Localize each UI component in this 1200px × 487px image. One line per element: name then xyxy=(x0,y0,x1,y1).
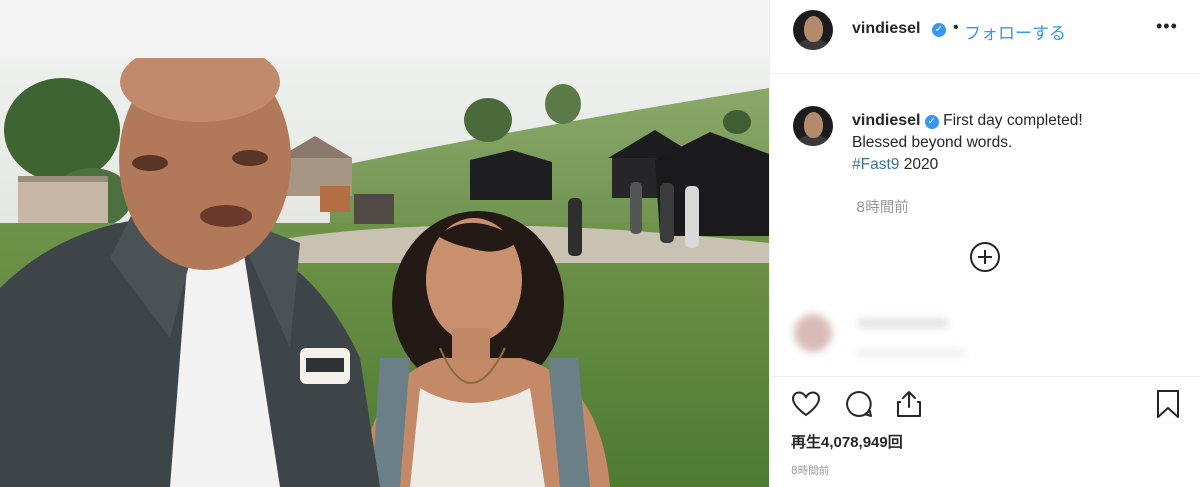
separator-dot: • xyxy=(953,19,959,36)
views-number: 4,078,949 xyxy=(821,434,888,451)
caption-avatar[interactable] xyxy=(793,106,833,146)
post-timestamp[interactable]: 8時間前 xyxy=(791,463,829,478)
video-frame xyxy=(0,58,769,487)
caption-line-2: Blessed beyond words. xyxy=(852,134,1013,151)
bookmark-icon[interactable] xyxy=(1153,389,1183,419)
avatar[interactable] xyxy=(793,10,833,50)
caption-line-1: First day completed! xyxy=(943,112,1083,129)
caption-username-link[interactable]: vindiesel xyxy=(852,112,920,129)
post-caption: vindiesel ✓ First day completed! Blessed… xyxy=(852,110,1182,176)
heart-icon[interactable] xyxy=(791,389,821,419)
verified-badge-icon: ✓ xyxy=(932,23,946,37)
comment-icon[interactable] xyxy=(844,389,874,419)
load-more-comments-icon[interactable] xyxy=(970,242,1000,272)
username-link[interactable]: vindiesel xyxy=(852,20,920,38)
post-video[interactable] xyxy=(0,0,769,487)
more-options-icon[interactable]: ••• xyxy=(1156,16,1178,37)
views-suffix: 回 xyxy=(887,433,903,451)
post-sidebar: vindiesel ✓ • フォローする ••• vindiesel ✓ Fir… xyxy=(769,0,1200,487)
caption-year: 2020 xyxy=(903,156,939,173)
share-icon[interactable] xyxy=(894,389,924,419)
blurred-comment xyxy=(790,310,1090,370)
hashtag-link[interactable]: #Fast9 xyxy=(852,156,899,173)
video-letterbox-top xyxy=(0,0,769,58)
post-actions: 再生4,078,949回 8時間前 xyxy=(770,376,1200,487)
post-header: vindiesel ✓ • フォローする ••• xyxy=(770,0,1200,74)
views-label: 再生 xyxy=(791,433,822,451)
follow-button[interactable]: フォローする xyxy=(964,19,1066,44)
caption-verified-badge-icon: ✓ xyxy=(924,115,939,129)
caption-time-ago: 8時間前 xyxy=(856,200,909,216)
view-count: 再生4,078,949回 xyxy=(791,431,903,452)
